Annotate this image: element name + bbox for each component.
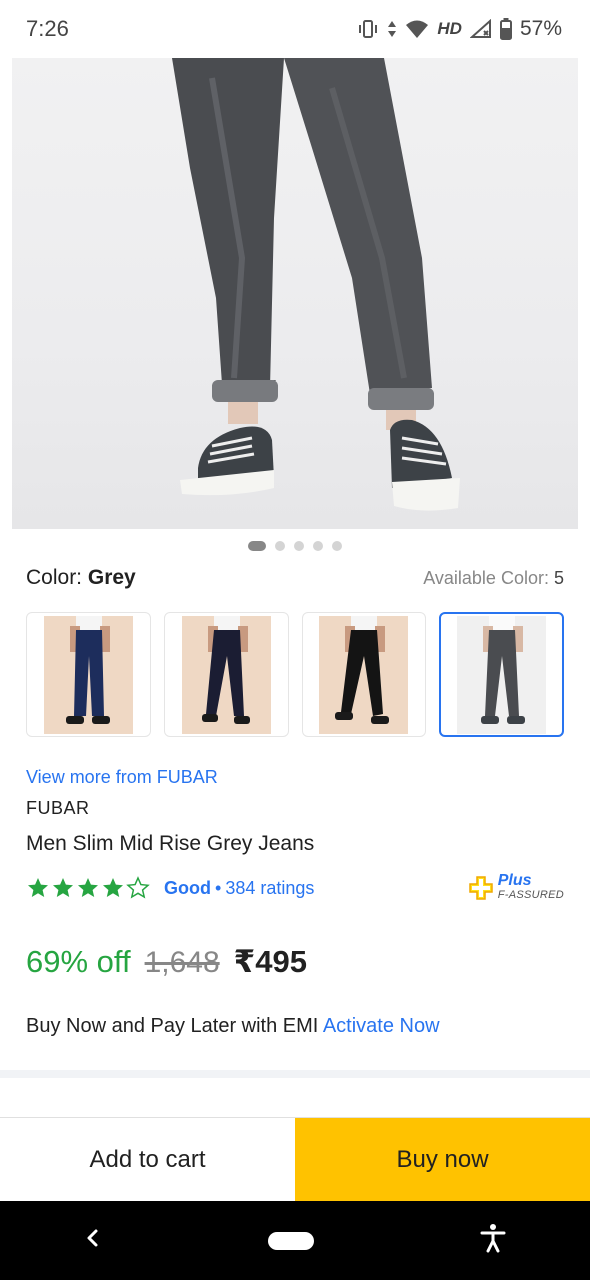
activate-now-link[interactable]: Activate Now xyxy=(323,1015,440,1037)
bottom-cta-bar: Add to cart Buy now xyxy=(0,1117,590,1201)
star-empty-icon xyxy=(126,876,150,899)
product-image[interactable] xyxy=(12,58,578,529)
back-icon[interactable] xyxy=(83,1226,103,1255)
system-nav-bar xyxy=(0,1201,590,1280)
brand-name: FUBAR xyxy=(26,798,90,818)
star-filled-icon xyxy=(78,878,98,897)
battery-percent: 57% xyxy=(519,17,562,40)
selling-price: ₹495 xyxy=(233,944,307,979)
product-title: Men Slim Mid Rise Grey Jeans xyxy=(26,832,315,855)
rating-summary[interactable]: Good • 384 ratings xyxy=(164,878,314,899)
home-pill[interactable] xyxy=(267,1231,314,1250)
swatch-navy-jeans[interactable] xyxy=(26,612,151,737)
price-row: 69% off 1,648 ₹495 xyxy=(26,944,307,980)
star-filled-icon xyxy=(103,878,123,897)
discount-percent: 69% off xyxy=(26,944,131,979)
view-more-link[interactable]: View more from FUBAR xyxy=(26,767,218,788)
swatch-grey-jeans[interactable] xyxy=(439,612,564,737)
original-price: 1,648 xyxy=(144,946,220,979)
star-filled-icon xyxy=(28,878,48,897)
accessibility-icon[interactable] xyxy=(479,1223,507,1258)
black-jeans-thumbnail xyxy=(319,615,409,734)
carousel-indicator xyxy=(0,541,590,551)
color-swatches xyxy=(26,612,564,737)
plus-assured-icon xyxy=(468,876,493,900)
f-assured-label: F-ASSURED xyxy=(497,889,564,901)
carousel-dot xyxy=(275,541,285,551)
selected-color: Grey xyxy=(87,566,136,589)
add-to-cart-button[interactable]: Add to cart xyxy=(0,1118,295,1201)
status-bar: 7:26 HD 57% xyxy=(0,0,590,58)
available-colors-count: 5 xyxy=(553,568,564,588)
buy-now-button[interactable]: Buy now xyxy=(295,1118,590,1201)
plus-label: Plus xyxy=(497,872,532,889)
rating-label: Good xyxy=(164,877,211,898)
grey-jeans-photo xyxy=(172,58,460,511)
dark-blue-jeans-thumbnail xyxy=(181,615,271,734)
emi-text: Buy Now and Pay Later with EMI xyxy=(26,1015,319,1037)
swatch-black-jeans[interactable] xyxy=(301,612,427,737)
plus-assured-badge: Plus F-ASSURED xyxy=(468,872,564,902)
rating-row: Good • 384 ratings Plus F-ASSURED xyxy=(26,872,564,902)
vibrate-icon xyxy=(357,19,379,39)
swatch-dark-blue-jeans[interactable] xyxy=(163,612,289,737)
color-selector-header: Color: Grey Available Color: 5 xyxy=(26,566,564,590)
carousel-dot xyxy=(332,541,342,551)
available-colors: Available Color: 5 xyxy=(423,568,564,588)
clock: 7:26 xyxy=(26,16,69,41)
star-rating[interactable] xyxy=(26,876,150,900)
wifi-icon xyxy=(405,19,429,39)
carousel-dot xyxy=(313,541,323,551)
battery-icon xyxy=(499,18,512,40)
section-divider xyxy=(0,1070,590,1078)
color-label: Color: Grey xyxy=(26,566,136,589)
star-filled-icon xyxy=(53,878,73,897)
ratings-count: 384 ratings xyxy=(225,877,315,898)
carousel-dot-active xyxy=(248,541,266,551)
navy-jeans-thumbnail xyxy=(43,615,133,734)
network-type: HD xyxy=(437,19,462,38)
grey-jeans-thumbnail xyxy=(457,615,547,734)
emi-offer: Buy Now and Pay Later with EMI Activate … xyxy=(26,1015,440,1038)
status-icons: HD 57% xyxy=(357,17,562,41)
data-arrows-icon xyxy=(387,19,397,39)
signal-icon xyxy=(469,19,492,39)
carousel-dot xyxy=(294,541,304,551)
next-section-peek xyxy=(0,1078,590,1118)
